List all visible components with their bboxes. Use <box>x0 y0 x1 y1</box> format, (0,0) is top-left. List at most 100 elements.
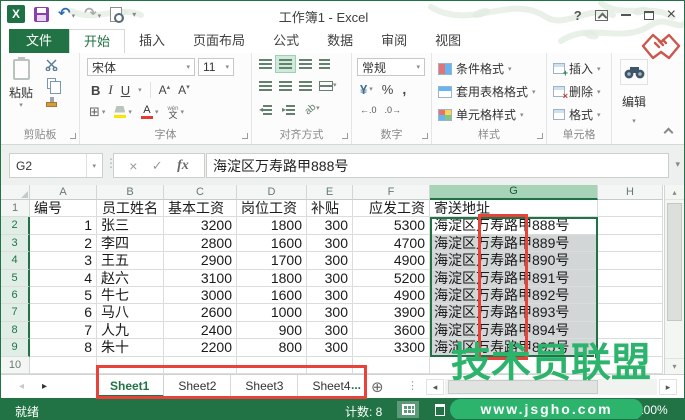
editing-button[interactable]: 编辑 ▾ <box>612 93 656 128</box>
cell-D6[interactable]: 1600 <box>237 287 307 304</box>
cell-A8[interactable]: 7 <box>30 322 97 339</box>
cell-E3[interactable]: 300 <box>307 235 353 252</box>
cell-C10[interactable] <box>164 357 237 374</box>
top-align-button[interactable] <box>256 56 275 72</box>
row-header-6[interactable]: 6 <box>1 287 30 304</box>
decrease-decimal-button[interactable]: .0→ <box>385 105 402 115</box>
cell-A3[interactable]: 2 <box>30 235 97 252</box>
column-header-H[interactable]: H <box>598 185 663 200</box>
cell-E9[interactable]: 300 <box>307 339 353 356</box>
ribbon-tab-6[interactable]: 审阅 <box>367 29 421 53</box>
cell-H6[interactable] <box>598 287 663 304</box>
row-header-7[interactable]: 7 <box>1 304 30 321</box>
font-size-dropdown-icon[interactable]: ▾ <box>221 63 229 71</box>
cell-G8[interactable]: 海淀区万寿路甲894号 <box>430 322 598 339</box>
sheet-tab-sheet1[interactable]: Sheet1 <box>96 375 164 398</box>
font-color-button[interactable]: A▾ <box>141 105 159 118</box>
middle-align-button[interactable] <box>276 56 295 72</box>
confirm-entry-icon[interactable]: ✓ <box>152 158 163 174</box>
name-box-dropdown-icon[interactable]: ▾ <box>86 154 96 177</box>
cell-D1[interactable]: 岗位工资 <box>237 200 307 217</box>
row-header-1[interactable]: 1 <box>1 200 30 217</box>
scroll-right-icon[interactable]: ▸ <box>659 379 677 395</box>
cell-D7[interactable]: 1000 <box>237 304 307 321</box>
clipboard-dialog-launcher-icon[interactable] <box>70 133 76 139</box>
cell-C6[interactable]: 3000 <box>164 287 237 304</box>
cancel-entry-icon[interactable]: × <box>129 158 137 174</box>
cell-H1[interactable] <box>598 200 663 217</box>
orientation-button[interactable]: ab▾ <box>302 101 323 118</box>
normal-view-button[interactable] <box>397 401 419 418</box>
insert-function-icon[interactable]: fx <box>177 158 189 174</box>
column-header-G[interactable]: G <box>430 185 598 200</box>
minimize-button[interactable] <box>621 14 631 16</box>
number-format-select[interactable]: 常规 ▾ <box>357 58 425 76</box>
cell-F3[interactable]: 4700 <box>353 235 430 252</box>
cell-H2[interactable] <box>598 217 663 234</box>
cell-F7[interactable]: 3900 <box>353 304 430 321</box>
cell-C3[interactable]: 2800 <box>164 235 237 252</box>
scroll-left-icon[interactable]: ◂ <box>426 379 444 395</box>
cell-B5[interactable]: 赵六 <box>97 270 164 287</box>
ribbon-tab-3[interactable]: 页面布局 <box>179 29 259 53</box>
scroll-down-icon[interactable]: ▾ <box>665 358 684 374</box>
cell-G7[interactable]: 海淀区万寿路甲893号 <box>430 304 598 321</box>
cell-A4[interactable]: 3 <box>30 252 97 269</box>
cell-E4[interactable]: 300 <box>307 252 353 269</box>
cell-B7[interactable]: 马八 <box>97 304 164 321</box>
cell-C4[interactable]: 2900 <box>164 252 237 269</box>
paste-button[interactable]: 粘贴 ▾ <box>9 59 33 109</box>
shrink-font-button[interactable]: A▾ <box>178 83 190 97</box>
cell-D10[interactable] <box>237 357 307 374</box>
cell-D4[interactable]: 1700 <box>237 252 307 269</box>
cut-icon[interactable] <box>45 59 58 71</box>
cell-E7[interactable]: 300 <box>307 304 353 321</box>
previous-sheet-icon[interactable]: ◂ <box>19 381 24 392</box>
styles-dialog-launcher-icon[interactable] <box>537 133 543 139</box>
expand-formula-bar-icon[interactable]: ▾ <box>675 159 680 170</box>
cell-F2[interactable]: 5300 <box>353 217 430 234</box>
select-all-corner[interactable] <box>1 185 30 200</box>
center-button[interactable] <box>276 78 295 94</box>
cell-B8[interactable]: 人九 <box>97 322 164 339</box>
cell-E5[interactable]: 300 <box>307 270 353 287</box>
cell-G2[interactable]: 海淀区万寿路甲888号 <box>430 217 598 234</box>
format-cells-button[interactable]: 格式▾ <box>553 106 601 123</box>
merge-center-button[interactable]: ▾ <box>316 78 340 94</box>
tab-splitter-icon[interactable]: ⋮ <box>407 379 418 392</box>
name-box[interactable]: G2 ▾ <box>9 153 103 178</box>
format-painter-icon[interactable] <box>46 102 57 107</box>
cell-B10[interactable] <box>97 357 164 374</box>
font-family-dropdown-icon[interactable]: ▾ <box>182 63 190 71</box>
comma-style-button[interactable]: , <box>402 81 406 97</box>
row-header-3[interactable]: 3 <box>1 235 30 252</box>
cell-D5[interactable]: 1800 <box>237 270 307 287</box>
accounting-format-button[interactable]: ¥▾ <box>360 82 373 97</box>
percent-style-button[interactable]: % <box>382 82 394 97</box>
column-header-E[interactable]: E <box>307 185 353 200</box>
phonetic-guide-button[interactable]: wén文▾ <box>167 106 184 118</box>
cell-B2[interactable]: 张三 <box>97 217 164 234</box>
align-left-button[interactable] <box>256 78 275 94</box>
row-header-4[interactable]: 4 <box>1 252 30 269</box>
column-header-F[interactable]: F <box>353 185 430 200</box>
cell-D9[interactable]: 800 <box>237 339 307 356</box>
page-layout-view-button[interactable] <box>429 401 451 418</box>
cell-B6[interactable]: 牛七 <box>97 287 164 304</box>
row-header-10[interactable]: 10 <box>1 357 30 374</box>
ribbon-tab-7[interactable]: 视图 <box>421 29 475 53</box>
bottom-align-button[interactable] <box>296 56 315 72</box>
cell-G6[interactable]: 海淀区万寿路甲892号 <box>430 287 598 304</box>
ribbon-display-options-icon[interactable] <box>595 10 608 21</box>
cell-C7[interactable]: 2600 <box>164 304 237 321</box>
copy-icon[interactable] <box>47 78 56 89</box>
ribbon-tab-2[interactable]: 插入 <box>125 29 179 53</box>
format-as-table-button[interactable]: 套用表格格式▾ <box>438 83 536 100</box>
cell-styles-button[interactable]: 单元格样式▾ <box>438 106 524 123</box>
cell-E6[interactable]: 300 <box>307 287 353 304</box>
row-header-9[interactable]: 9 <box>1 339 30 356</box>
row-header-2[interactable]: 2 <box>1 217 30 234</box>
collapse-ribbon-icon[interactable] <box>664 128 674 138</box>
cell-A10[interactable] <box>30 357 97 374</box>
cell-H5[interactable] <box>598 270 663 287</box>
